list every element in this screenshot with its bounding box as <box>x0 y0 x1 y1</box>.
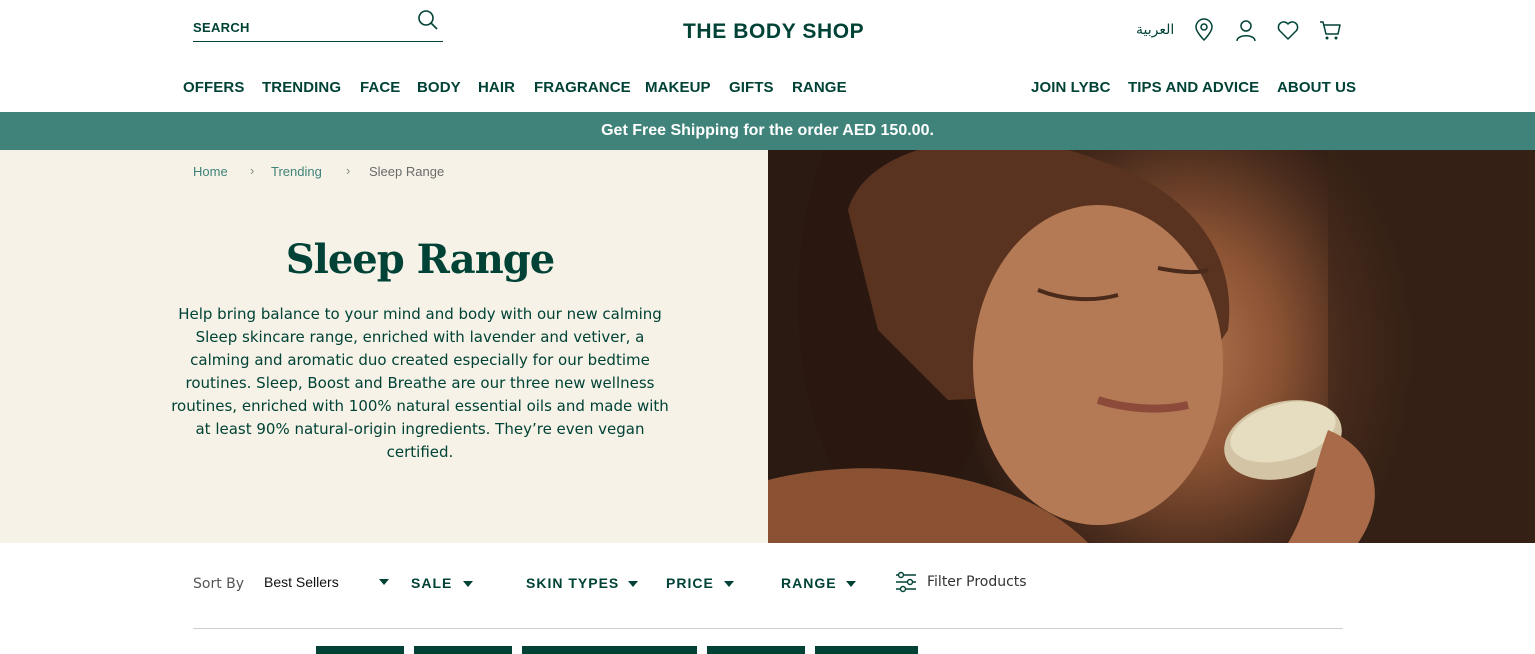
wishlist-icon[interactable] <box>1276 18 1300 42</box>
filter-range[interactable]: RANGE <box>781 575 837 591</box>
divider <box>193 628 1343 629</box>
nav-face[interactable]: FACE <box>360 79 400 96</box>
hero-image <box>768 150 1535 543</box>
brand-logo[interactable]: THE BODY SHOP <box>683 20 864 44</box>
store-locator-icon[interactable] <box>1192 18 1216 42</box>
chevron-right-icon: › <box>250 163 255 178</box>
chevron-right-icon: › <box>346 163 351 178</box>
filter-products-label: Filter Products <box>927 574 1027 590</box>
top-search-chip[interactable] <box>815 646 918 654</box>
nav-range[interactable]: RANGE <box>792 79 847 96</box>
nav-makeup[interactable]: MAKEUP <box>645 79 711 96</box>
language-switch[interactable]: العربية <box>1136 22 1174 38</box>
filter-price[interactable]: PRICE <box>666 575 714 591</box>
filter-bar: Sort By Best Sellers SALE SKIN TYPES PRI… <box>0 543 1535 628</box>
cart-icon[interactable] <box>1318 18 1342 42</box>
main-navigation: OFFERS TRENDING FACE BODY HAIR FRAGRANCE… <box>0 79 1535 99</box>
caret-down-icon[interactable] <box>379 579 389 585</box>
nav-body[interactable]: BODY <box>417 79 461 96</box>
nav-trending[interactable]: TRENDING <box>262 79 341 96</box>
sort-select[interactable]: Best Sellers <box>264 574 339 590</box>
top-search-chip[interactable] <box>522 646 697 654</box>
sort-label: Sort By <box>193 576 245 592</box>
top-search-chip[interactable] <box>707 646 805 654</box>
nav-tips-and-advice[interactable]: TIPS AND ADVICE <box>1128 79 1259 96</box>
nav-fragrance[interactable]: FRAGRANCE <box>534 79 631 96</box>
filter-skin-types[interactable]: SKIN TYPES <box>526 575 619 591</box>
sliders-icon <box>895 571 917 598</box>
page-title: Sleep Range <box>285 236 555 283</box>
search-bar[interactable]: SEARCH <box>193 9 443 42</box>
account-icon[interactable] <box>1234 18 1258 42</box>
promo-banner: Get Free Shipping for the order AED 150.… <box>0 112 1535 150</box>
nav-gifts[interactable]: GIFTS <box>729 79 774 96</box>
hero-description: Help bring balance to your mind and body… <box>171 305 669 461</box>
search-icon[interactable] <box>417 9 439 31</box>
site-header: SEARCH THE BODY SHOP العربية OFFERS TREN… <box>0 0 1535 112</box>
breadcrumb-current: Sleep Range <box>369 164 445 179</box>
nav-join-lybc[interactable]: JOIN LYBC <box>1031 79 1111 96</box>
top-search-chip[interactable] <box>414 646 512 654</box>
nav-hair[interactable]: HAIR <box>478 79 515 96</box>
breadcrumb-home[interactable]: Home <box>193 164 228 179</box>
caret-down-icon[interactable] <box>724 581 734 587</box>
caret-down-icon[interactable] <box>628 581 638 587</box>
filter-sale[interactable]: SALE <box>411 575 452 591</box>
nav-offers[interactable]: OFFERS <box>183 79 244 96</box>
search-input[interactable]: SEARCH <box>193 20 250 35</box>
breadcrumb-trending[interactable]: Trending <box>271 164 322 179</box>
hero-text-panel: Home › Trending › Sleep Range Sleep Rang… <box>0 150 768 543</box>
caret-down-icon[interactable] <box>846 581 856 587</box>
caret-down-icon[interactable] <box>463 581 473 587</box>
nav-about-us[interactable]: ABOUT US <box>1277 79 1356 96</box>
top-search-chip[interactable] <box>316 646 404 654</box>
